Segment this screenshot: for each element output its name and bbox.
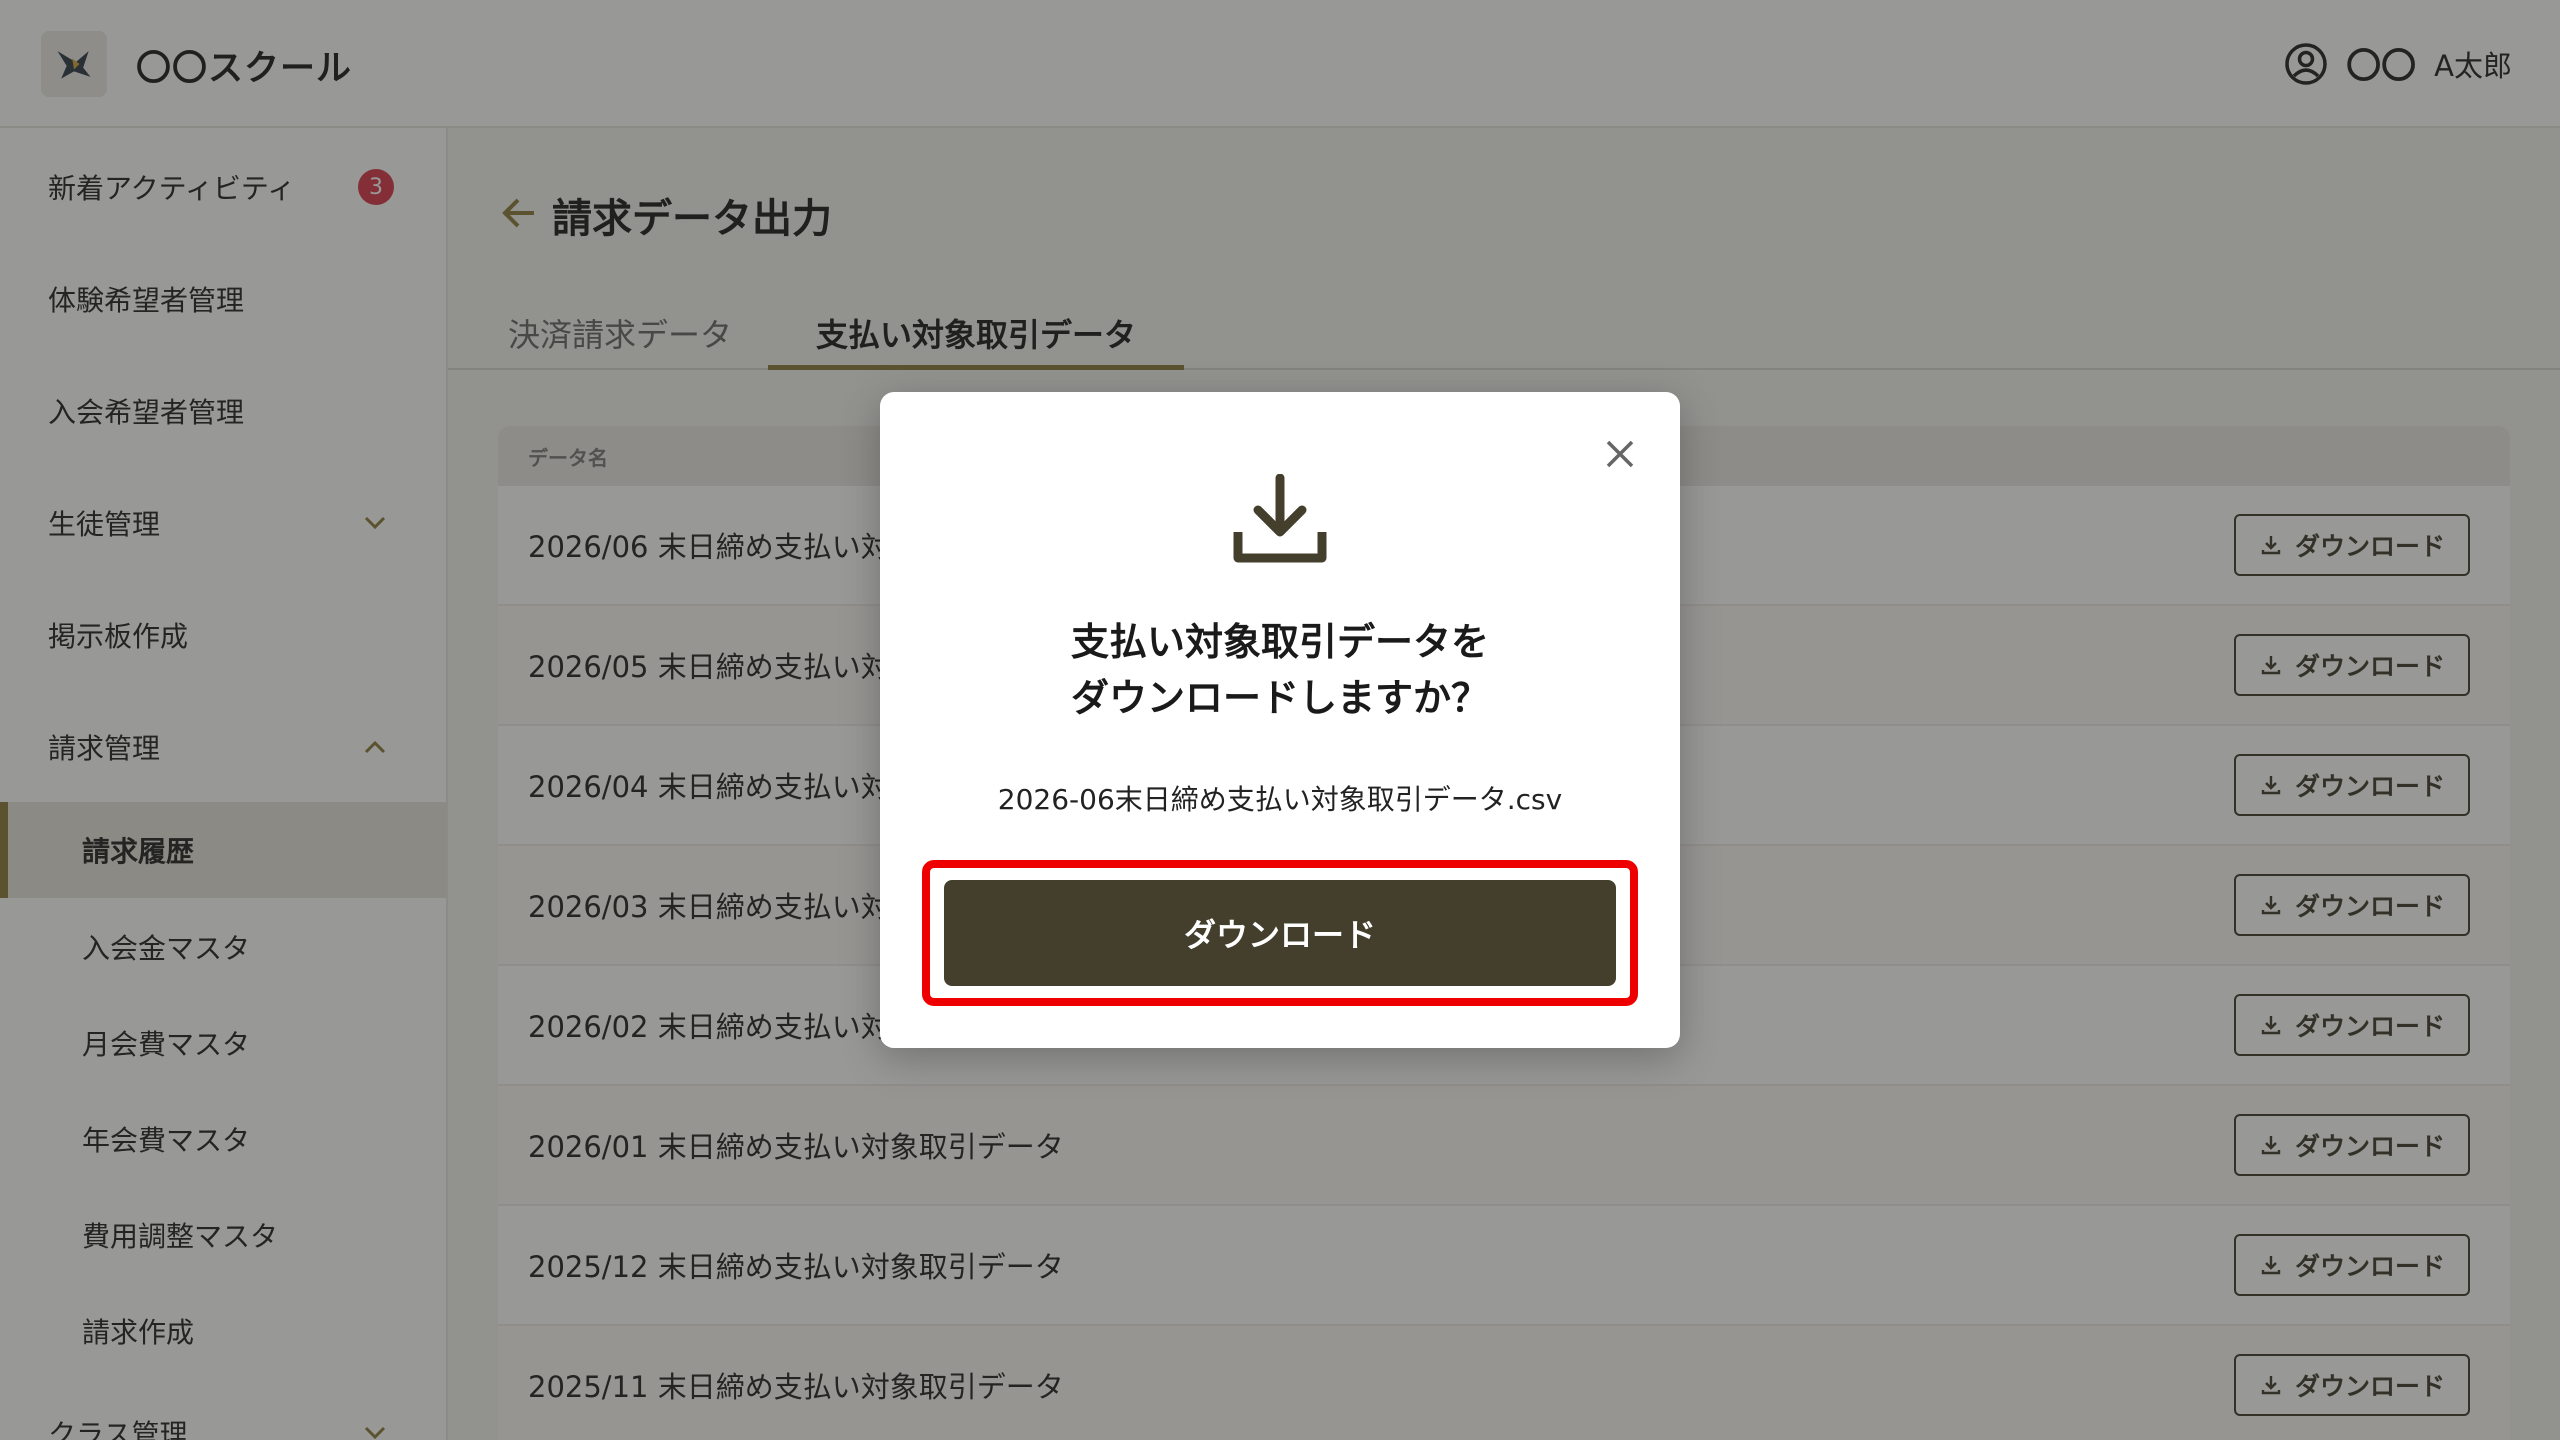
dialog-title: 支払い対象取引データを ダウンロードしますか？ [880, 614, 1680, 726]
confirm-download-button[interactable]: ダウンロード [944, 880, 1616, 986]
dialog-title-line2: ダウンロードしますか？ [1070, 676, 1489, 720]
app-screen: 〇〇スクール 〇〇 A太郎 新着アクティビティ 3 体験希望者管理 入会希望者管… [0, 0, 2560, 1440]
download-icon [1233, 474, 1327, 563]
dialog-title-line1: 支払い対象取引データを [1070, 620, 1489, 664]
download-confirm-dialog: 支払い対象取引データを ダウンロードしますか？ 2026-06末日締め支払い対象… [880, 392, 1680, 1048]
download-filename: 2026-06末日締め支払い対象取引データ.csv [997, 783, 1563, 816]
close-icon[interactable] [1600, 434, 1640, 474]
